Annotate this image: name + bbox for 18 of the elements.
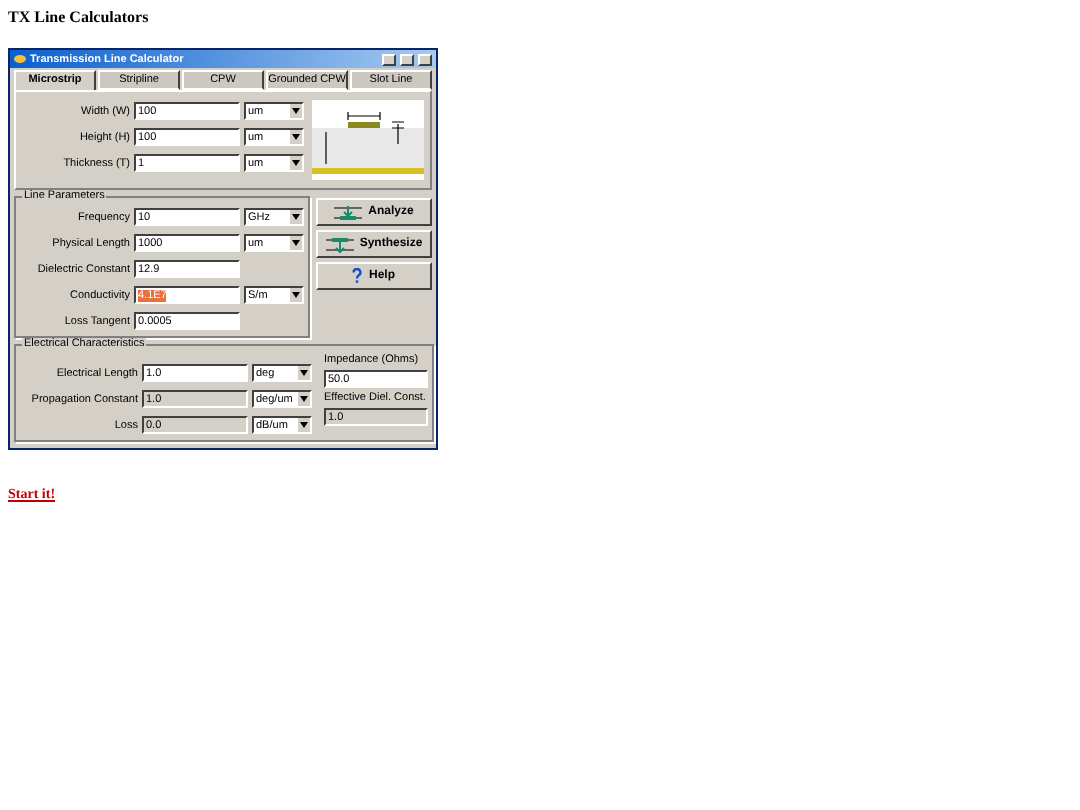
help-icon bbox=[352, 268, 363, 284]
dropdown-arrow-icon bbox=[300, 396, 308, 402]
dropdown-arrow-icon bbox=[292, 160, 300, 166]
dropdown-arrow-icon bbox=[292, 292, 300, 298]
page-heading: TX Line Calculators bbox=[8, 8, 151, 30]
dropdown-arrow-icon bbox=[292, 240, 300, 246]
dropdown-arrow-icon bbox=[300, 422, 308, 428]
dropdown-arrow-icon bbox=[292, 214, 300, 220]
minimize-button[interactable] bbox=[382, 53, 396, 65]
dropdown-arrow-icon bbox=[292, 108, 300, 114]
maximize-button[interactable] bbox=[400, 53, 414, 65]
line-arrow-icon bbox=[334, 203, 363, 221]
dropdown-arrow-icon bbox=[292, 134, 300, 140]
app-icon bbox=[14, 54, 26, 64]
line-arrow-icon bbox=[325, 235, 354, 253]
close-button[interactable] bbox=[418, 53, 432, 65]
microstrip-drawing bbox=[312, 100, 424, 180]
dropdown-arrow-icon bbox=[300, 370, 308, 376]
